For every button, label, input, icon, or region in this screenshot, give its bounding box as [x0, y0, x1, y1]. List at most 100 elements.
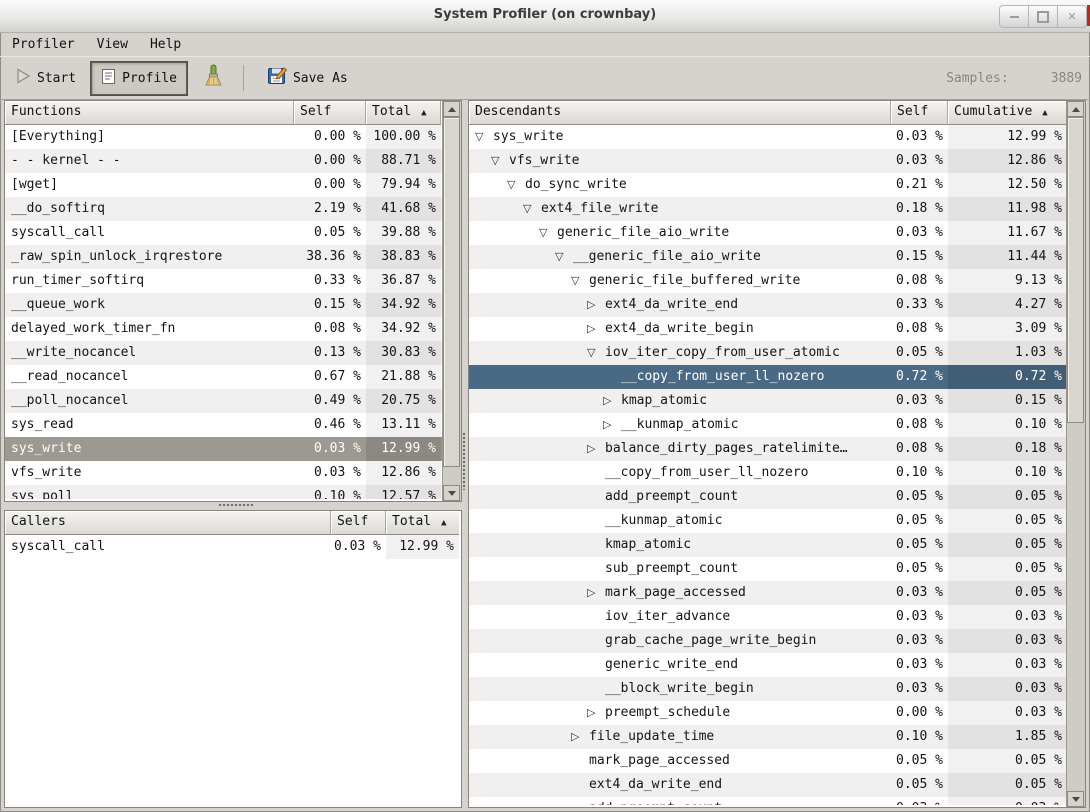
cumulative-column-header[interactable]: Cumulative▲ [948, 101, 1067, 125]
table-row[interactable]: __write_nocancel0.13 %30.83 % [5, 341, 443, 365]
tree-row[interactable]: grab_cache_page_write_begin0.03 %0.03 % [469, 629, 1067, 653]
functions-column-header[interactable]: Functions [5, 101, 294, 125]
expander-open-icon[interactable]: ▽ [539, 221, 557, 245]
expander-open-icon[interactable]: ▽ [507, 173, 525, 197]
tree-row[interactable]: ▽ext4_file_write0.18 %11.98 % [469, 197, 1067, 221]
tree-row[interactable]: ext4_da_write_end0.05 %0.05 % [469, 773, 1067, 797]
functions-scrollbar[interactable] [442, 101, 461, 501]
tree-row[interactable]: ▽iov_iter_copy_from_user_atomic0.05 %1.0… [469, 341, 1067, 365]
menu-help[interactable]: Help [140, 34, 191, 55]
tree-row[interactable]: __copy_from_user_ll_nozero0.72 %0.72 % [469, 365, 1067, 389]
horizontal-splitter-grip[interactable] [218, 503, 254, 508]
save-as-button[interactable]: Save As [258, 61, 357, 95]
total-column-header[interactable]: Total▲ [366, 101, 441, 125]
table-row[interactable]: vfs_write0.03 %12.86 % [5, 461, 443, 485]
close-button[interactable]: ✕ [1058, 5, 1087, 28]
tree-row[interactable]: __block_write_begin0.03 %0.03 % [469, 677, 1067, 701]
scroll-up-arrow[interactable] [1067, 101, 1084, 117]
table-row[interactable]: sys_write0.03 %12.99 % [5, 437, 443, 461]
table-row[interactable]: __poll_nocancel0.49 %20.75 % [5, 389, 443, 413]
scroll-down-arrow[interactable] [443, 485, 460, 501]
total-value: 12.57 % [366, 485, 441, 499]
expander-closed-icon[interactable]: ▷ [587, 581, 605, 605]
callers-column-header[interactable]: Callers [5, 511, 331, 535]
minimize-button[interactable] [999, 5, 1029, 28]
table-row[interactable]: sys_read0.46 %13.11 % [5, 413, 443, 437]
table-row[interactable]: _raw_spin_unlock_irqrestore38.36 %38.83 … [5, 245, 443, 269]
tree-row[interactable]: add_preempt_count0.03 %0.03 % [469, 797, 1067, 805]
table-row[interactable]: __read_nocancel0.67 %21.88 % [5, 365, 443, 389]
tree-row[interactable]: ▽do_sync_write0.21 %12.50 % [469, 173, 1067, 197]
self-column-header[interactable]: Self [331, 511, 386, 535]
table-row[interactable]: - - kernel - -0.00 %88.71 % [5, 149, 443, 173]
expander-closed-icon[interactable]: ▷ [571, 725, 589, 749]
expander-open-icon[interactable]: ▽ [491, 149, 509, 173]
reset-button[interactable] [193, 59, 233, 97]
self-column-header[interactable]: Self [891, 101, 948, 125]
start-button[interactable]: Start [6, 63, 85, 93]
tree-row[interactable]: kmap_atomic0.05 %0.05 % [469, 533, 1067, 557]
titlebar[interactable]: System Profiler (on crownbay) ✕ [0, 0, 1090, 33]
scroll-down-arrow[interactable] [1067, 791, 1084, 807]
maximize-button[interactable] [1029, 5, 1058, 28]
tree-row[interactable]: ▽generic_file_buffered_write0.08 %9.13 % [469, 269, 1067, 293]
tree-row[interactable]: ▽generic_file_aio_write0.03 %11.67 % [469, 221, 1067, 245]
expander-closed-icon[interactable]: ▷ [587, 701, 605, 725]
tree-row[interactable]: ▽__generic_file_aio_write0.15 %11.44 % [469, 245, 1067, 269]
self-value: 0.08 % [891, 269, 948, 293]
expander-open-icon[interactable]: ▽ [523, 197, 541, 221]
tree-row[interactable]: __kunmap_atomic0.05 %0.05 % [469, 509, 1067, 533]
tree-row[interactable]: sub_preempt_count0.05 %0.05 % [469, 557, 1067, 581]
tree-row[interactable]: ▷ext4_da_write_begin0.08 %3.09 % [469, 317, 1067, 341]
tree-row[interactable]: iov_iter_advance0.03 %0.03 % [469, 605, 1067, 629]
tree-row[interactable]: ▽vfs_write0.03 %12.86 % [469, 149, 1067, 173]
descendants-scrollbar[interactable] [1066, 101, 1085, 807]
table-row[interactable]: [wget]0.00 %79.94 % [5, 173, 443, 197]
tree-row[interactable]: ▷file_update_time0.10 %1.85 % [469, 725, 1067, 749]
table-row[interactable]: __queue_work0.15 %34.92 % [5, 293, 443, 317]
expander-closed-icon[interactable]: ▷ [603, 389, 621, 413]
table-row[interactable]: syscall_call0.05 %39.88 % [5, 221, 443, 245]
function-name: sys_write [5, 437, 294, 461]
menu-profiler[interactable]: Profiler [2, 34, 85, 55]
self-value: 0.00 % [294, 173, 366, 197]
table-row[interactable]: delayed_work_timer_fn0.08 %34.92 % [5, 317, 443, 341]
vertical-splitter-grip[interactable] [462, 432, 467, 490]
table-row[interactable]: run_timer_softirq0.33 %36.87 % [5, 269, 443, 293]
tree-row[interactable]: __copy_from_user_ll_nozero0.10 %0.10 % [469, 461, 1067, 485]
expander-closed-icon[interactable]: ▷ [587, 437, 605, 461]
total-column-header[interactable]: Total▲ [386, 511, 459, 535]
table-row[interactable]: syscall_call0.03 %12.99 % [5, 535, 461, 559]
tree-row[interactable]: ▷preempt_schedule0.00 %0.03 % [469, 701, 1067, 725]
table-row[interactable]: __do_softirq2.19 %41.68 % [5, 197, 443, 221]
self-column-header[interactable]: Self [294, 101, 366, 125]
tree-row[interactable]: generic_write_end0.03 %0.03 % [469, 653, 1067, 677]
expander-closed-icon[interactable]: ▷ [603, 413, 621, 437]
save-floppy-icon [267, 66, 287, 90]
expander-open-icon[interactable]: ▽ [571, 269, 589, 293]
scrollbar-thumb[interactable] [1067, 117, 1084, 423]
expander-closed-icon[interactable]: ▷ [587, 293, 605, 317]
tree-row[interactable]: ▽sys_write0.03 %12.99 % [469, 125, 1067, 149]
tree-row[interactable]: ▷balance_dirty_pages_ratelimite…0.08 %0.… [469, 437, 1067, 461]
descendants-column-header[interactable]: Descendants [469, 101, 891, 125]
tree-row[interactable]: add_preempt_count0.05 %0.05 % [469, 485, 1067, 509]
tree-row[interactable]: ▷mark_page_accessed0.03 %0.05 % [469, 581, 1067, 605]
function-name: mark_page_accessed [605, 585, 746, 600]
table-row[interactable]: sys_poll0.10 %12.57 % [5, 485, 443, 499]
cumulative-value: 0.05 % [948, 773, 1067, 797]
tree-row[interactable]: ▷ext4_da_write_end0.33 %4.27 % [469, 293, 1067, 317]
expander-closed-icon[interactable]: ▷ [587, 317, 605, 341]
tree-row[interactable]: ▷__kunmap_atomic0.08 %0.10 % [469, 413, 1067, 437]
tree-row[interactable]: ▷kmap_atomic0.03 %0.15 % [469, 389, 1067, 413]
menu-view[interactable]: View [87, 34, 138, 55]
function-name: __kunmap_atomic [621, 417, 738, 432]
scrollbar-thumb[interactable] [443, 117, 460, 467]
table-row[interactable]: [Everything]0.00 %100.00 % [5, 125, 443, 149]
expander-open-icon[interactable]: ▽ [587, 341, 605, 365]
expander-open-icon[interactable]: ▽ [475, 125, 493, 149]
scroll-up-arrow[interactable] [443, 101, 460, 117]
profile-toggle-button[interactable]: Profile [91, 62, 187, 95]
expander-open-icon[interactable]: ▽ [555, 245, 573, 269]
tree-row[interactable]: mark_page_accessed0.05 %0.05 % [469, 749, 1067, 773]
